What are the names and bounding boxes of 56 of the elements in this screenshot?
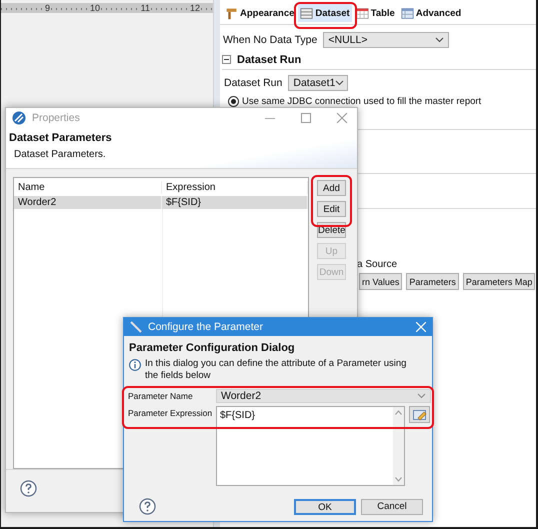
button[interactable]: OK	[294, 498, 356, 514]
radio-button[interactable]	[228, 96, 239, 107]
button[interactable]: Parameters Map	[462, 273, 536, 290]
ruler-label: 11	[140, 3, 151, 13]
info-text: In this dialog you can define the attribute of a Parameter using the fields below	[145, 358, 407, 382]
expression-field[interactable]: $F{SID}	[216, 406, 405, 486]
close-icon	[337, 112, 347, 122]
scroll-up-icon	[395, 410, 402, 415]
tab[interactable]: Dataset	[298, 4, 352, 22]
dialog-heading: Dataset Parameters	[9, 132, 113, 144]
field-label: Dataset Run	[224, 77, 282, 89]
radio-label: Use same JDBC connection used to fill the master report	[242, 96, 482, 107]
ruler-label: 12	[188, 3, 201, 13]
highlight-frame	[294, 2, 357, 29]
info-icon	[129, 359, 141, 371]
chevron-icon	[417, 393, 426, 399]
chevron-icon	[335, 80, 344, 86]
column-header[interactable]: Expression	[162, 180, 308, 194]
window-title: Properties	[32, 112, 80, 124]
dialog-heading: Parameter Configuration Dialog	[129, 342, 296, 354]
ruler-label: 10	[88, 3, 101, 13]
button[interactable]: Parameters	[406, 273, 459, 290]
hammer-icon	[225, 6, 238, 20]
table-row[interactable]: Worder2 $F{SID}	[14, 196, 308, 210]
table-icon	[356, 6, 369, 20]
wand-icon	[130, 321, 142, 333]
grid-icon	[400, 6, 414, 20]
scroll-down-icon	[395, 477, 402, 482]
field-label: Parameter Name	[128, 390, 194, 403]
maximize-icon	[301, 112, 311, 122]
dropdown[interactable]: <NULL>	[323, 32, 450, 48]
field-label: Parameter Expression	[128, 407, 214, 420]
tab[interactable]: Advanced	[398, 4, 464, 22]
button[interactable]: Cancel	[361, 498, 423, 514]
ruler-label: 9	[44, 3, 51, 13]
help-icon	[139, 498, 156, 515]
app-icon	[12, 110, 26, 124]
pencil-icon	[412, 408, 426, 420]
dropdown[interactable]: Dataset1	[288, 75, 348, 91]
expression-editor-button[interactable]	[409, 406, 430, 423]
column-header[interactable]: Name	[14, 180, 162, 194]
tab[interactable]: Appearance	[223, 4, 296, 22]
highlight-frame	[311, 175, 352, 227]
tab[interactable]: Table	[354, 4, 397, 22]
chevron-icon	[435, 37, 444, 43]
section-title: Dataset Run	[237, 54, 302, 66]
button[interactable]: Edit	[317, 201, 346, 218]
collapse-icon[interactable]	[222, 55, 231, 64]
button[interactable]: Add	[317, 180, 346, 196]
list-icon	[300, 6, 314, 20]
help-icon	[20, 480, 37, 498]
field-label: When No Data Type	[223, 34, 318, 46]
window-title: Configure the Parameter	[148, 321, 263, 333]
button[interactable]: rn Values	[359, 273, 402, 290]
close-icon	[416, 322, 426, 332]
dialog-description: Dataset Parameters.	[14, 149, 107, 160]
